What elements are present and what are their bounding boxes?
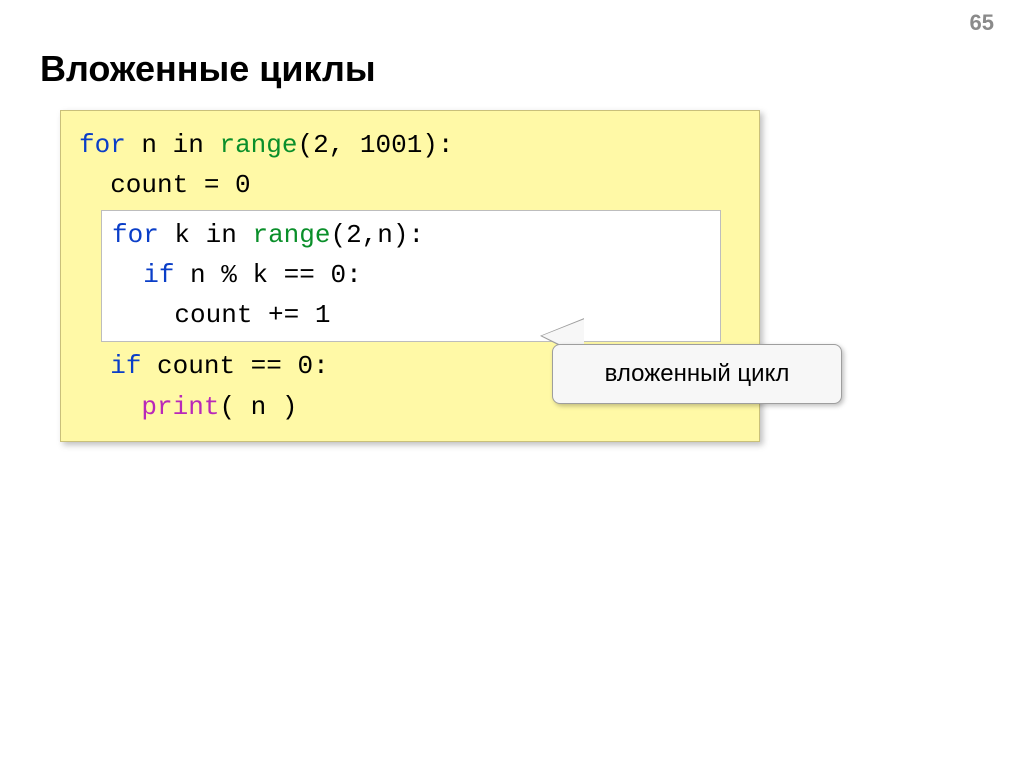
code-line-after-1: if count == 0:	[79, 351, 329, 381]
keyword-in-inner: in	[206, 220, 237, 250]
keyword-if-inner: if	[143, 260, 174, 290]
var-k: k	[174, 220, 190, 250]
code-line-1: for n in range(2, 1001):	[79, 130, 454, 160]
keyword-for: for	[79, 130, 126, 160]
code-block-inner: for k in range(2,n): if n % k == 0: coun…	[101, 210, 721, 343]
keyword-print: print	[141, 392, 219, 422]
keyword-for-inner: for	[112, 220, 159, 250]
callout-box: вложенный цикл	[552, 344, 842, 404]
page-number: 65	[970, 10, 994, 36]
code-line-after-2: print( n )	[79, 392, 297, 422]
keyword-in: in	[173, 130, 204, 160]
keyword-if-outer: if	[110, 351, 141, 381]
if-cond-inner: n % k == 0:	[174, 260, 361, 290]
inner-line-1: for k in range(2,n):	[112, 220, 424, 250]
range-args-inner: (2,n):	[330, 220, 424, 250]
keyword-range: range	[219, 130, 297, 160]
range-args: (2, 1001):	[297, 130, 453, 160]
callout-text: вложенный цикл	[605, 360, 790, 388]
inner-line-3: count += 1	[112, 300, 330, 330]
print-args: ( n )	[219, 392, 297, 422]
code-line-2: count = 0	[79, 170, 251, 200]
if-cond-outer: count == 0:	[141, 351, 328, 381]
slide-title: Вложенные циклы	[40, 48, 376, 90]
keyword-range-inner: range	[252, 220, 330, 250]
var-n: n	[141, 130, 157, 160]
inner-line-2: if n % k == 0:	[112, 260, 362, 290]
